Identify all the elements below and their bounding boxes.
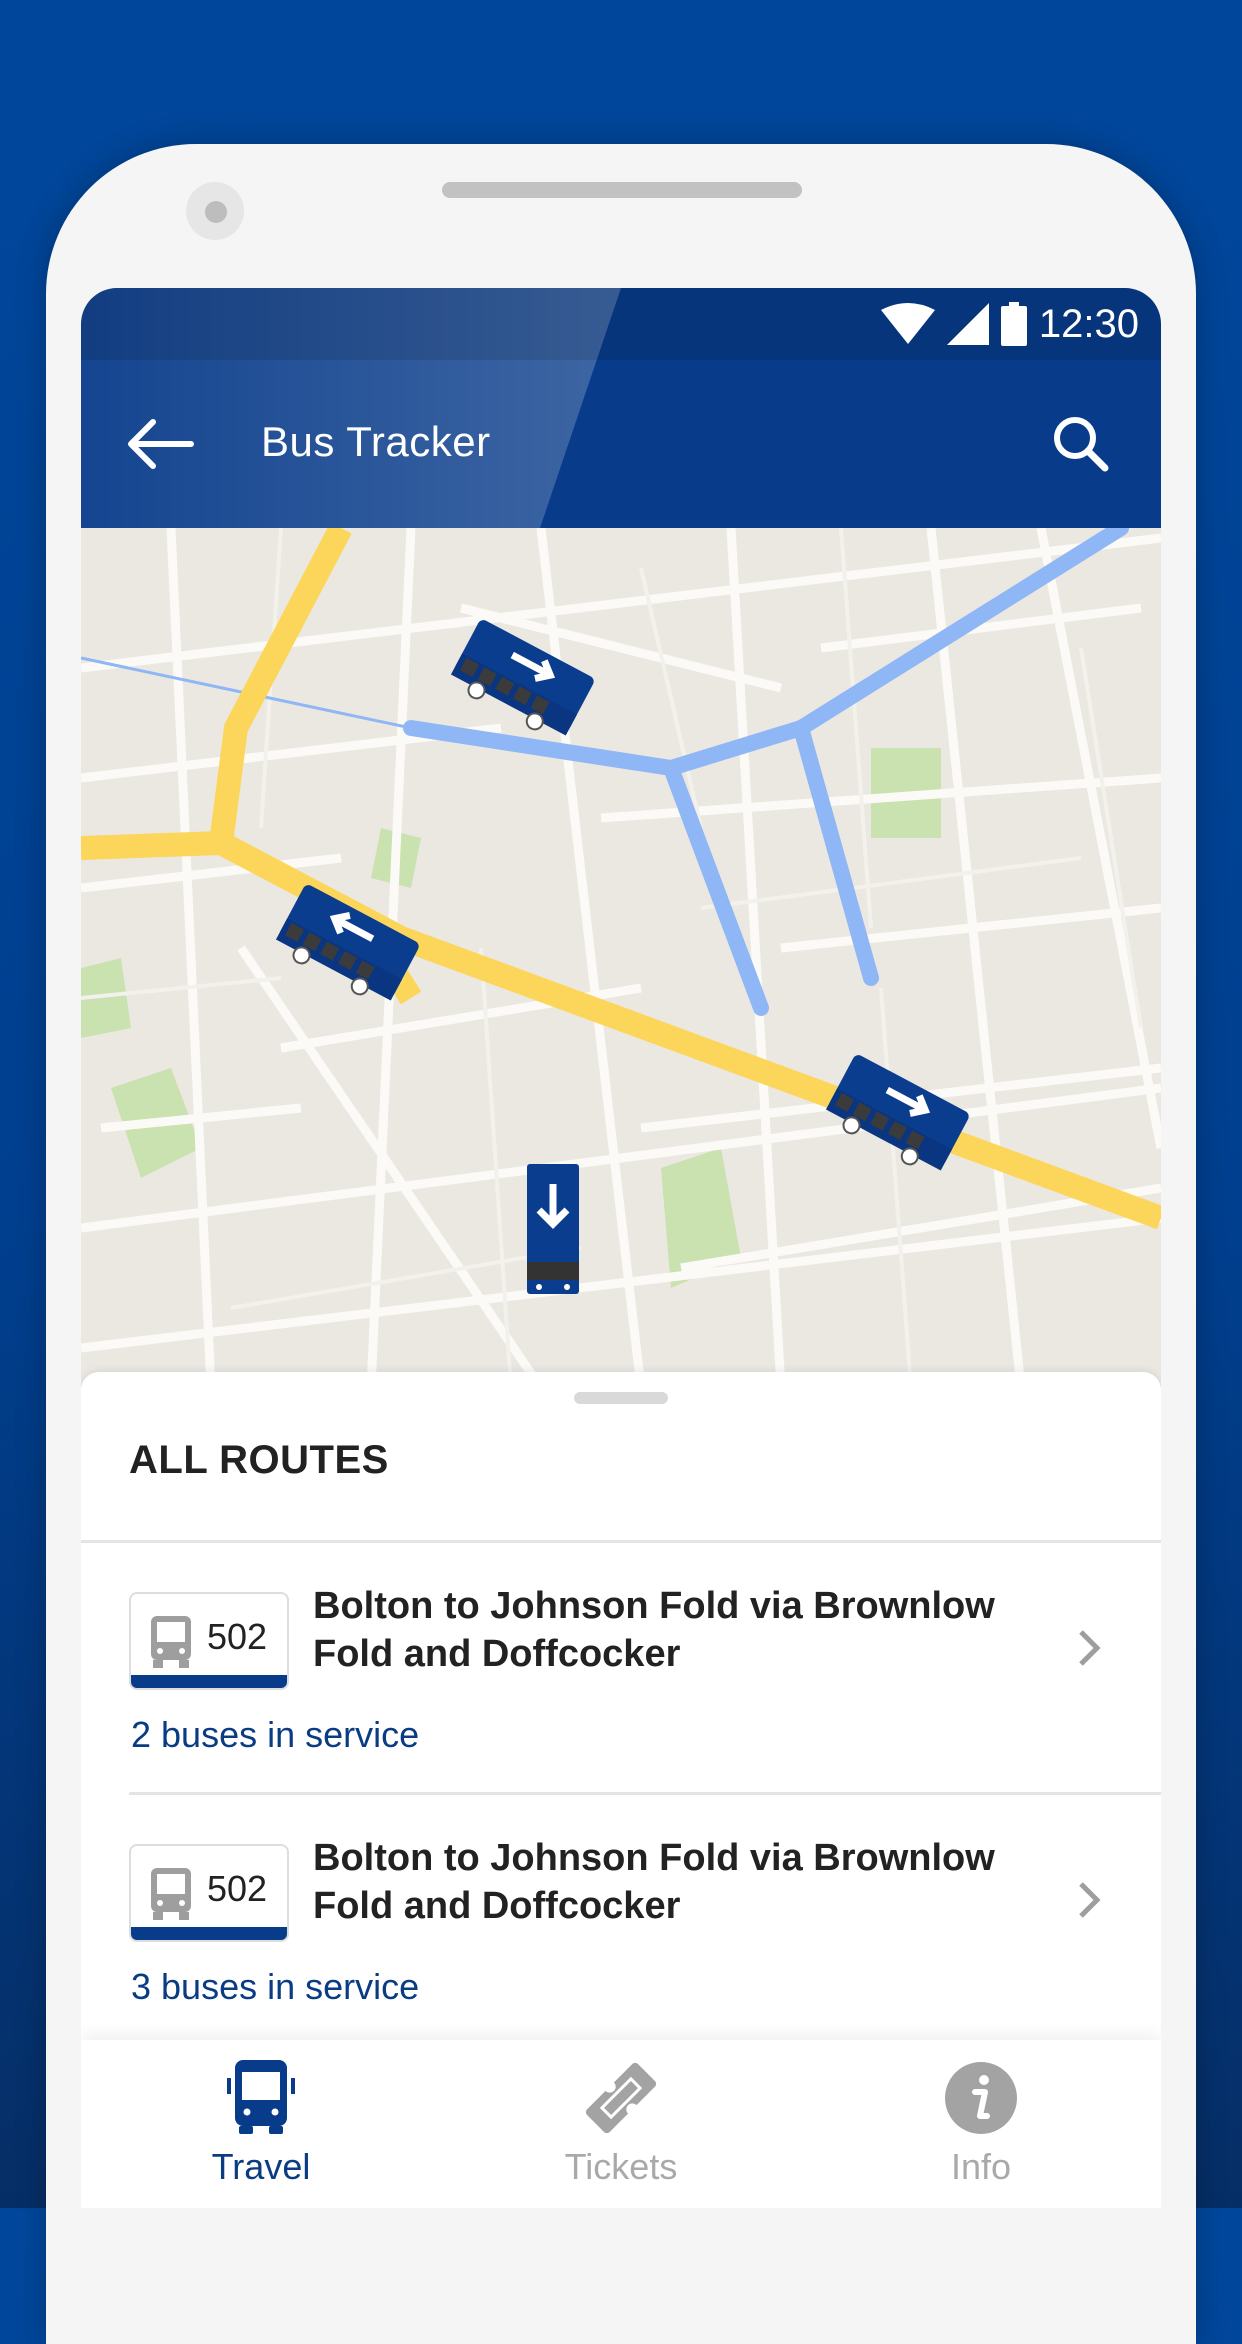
route-badge: 502 <box>129 1844 289 1942</box>
nav-label: Info <box>950 2146 1012 2187</box>
bottom-navigation: Travel Tickets Info <box>81 2040 1161 2208</box>
nav-item-info[interactable]: Info <box>801 2040 1161 2208</box>
front-camera <box>186 182 244 240</box>
signal-icon <box>946 303 989 345</box>
map-view[interactable] <box>81 528 1161 1388</box>
route-name: Bolton to Johnson Fold via Brownlow Fold… <box>313 1585 995 1675</box>
search-icon <box>1054 417 1109 472</box>
street-grid <box>81 528 1161 1388</box>
status-bar: 12:30 <box>81 288 1161 360</box>
bus-icon <box>151 1868 191 1920</box>
app-bar: 12:30 Bus Tracker <box>81 288 1161 528</box>
route-badge: 502 <box>129 1592 289 1690</box>
drag-handle[interactable] <box>574 1392 668 1404</box>
route-name: Bolton to Johnson Fold via Brownlow Fold… <box>313 1837 995 1927</box>
info-icon <box>945 2062 1017 2134</box>
search-button[interactable] <box>1041 404 1121 484</box>
bus-icon <box>151 1616 191 1668</box>
app-screen: 12:30 Bus Tracker ALL ROUTES 502 Bolton … <box>81 288 1161 2208</box>
route-list-item[interactable]: 502 Bolton to Johnson Fold via Brownlow … <box>81 1794 1161 2044</box>
page-title: Bus Tracker <box>261 418 491 465</box>
nav-item-travel[interactable]: Travel <box>81 2040 441 2208</box>
bus-marker[interactable] <box>527 1164 579 1294</box>
battery-icon <box>1000 302 1027 346</box>
route-number: 502 <box>207 1868 268 1909</box>
bus-icon <box>227 2060 295 2134</box>
chevron-right-icon <box>1079 1630 1101 1666</box>
route-number: 502 <box>207 1616 268 1657</box>
route-list-item[interactable]: 502 Bolton to Johnson Fold via Brownlow … <box>81 1542 1161 1792</box>
nav-item-tickets[interactable]: Tickets <box>441 2040 801 2208</box>
bus-marker[interactable] <box>821 1053 971 1179</box>
back-button[interactable] <box>121 404 201 484</box>
toolbar: Bus Tracker <box>81 360 1161 528</box>
route-status: 2 buses in service <box>131 1714 420 1755</box>
section-title: ALL ROUTES <box>129 1438 389 1482</box>
phone-speaker <box>442 182 802 198</box>
ticket-icon <box>585 2062 657 2134</box>
route-status: 3 buses in service <box>131 1966 420 2007</box>
status-time: 12:30 <box>1038 301 1139 346</box>
waterway <box>403 528 1129 1016</box>
chevron-right-icon <box>1079 1882 1101 1918</box>
nav-label: Travel <box>211 2146 311 2187</box>
wifi-icon <box>880 303 935 344</box>
arrow-back-icon <box>128 419 194 469</box>
nav-label: Tickets <box>564 2146 678 2187</box>
map-canvas <box>81 528 1161 1388</box>
